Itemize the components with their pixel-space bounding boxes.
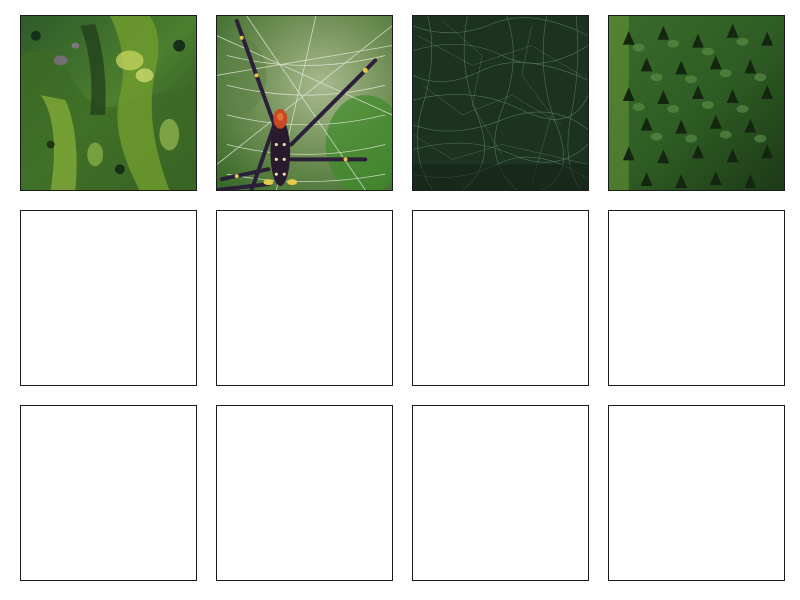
spider-on-web-image: [217, 16, 392, 190]
empty-tile[interactable]: [20, 405, 197, 581]
image-tile-spider[interactable]: [216, 15, 393, 191]
empty-tile[interactable]: [216, 405, 393, 581]
empty-tile[interactable]: [608, 405, 785, 581]
empty-tile[interactable]: [20, 210, 197, 386]
empty-tile[interactable]: [608, 210, 785, 386]
moss-texture-image: [21, 16, 196, 190]
image-tile-spiky-surface[interactable]: [608, 15, 785, 191]
image-tile-moss[interactable]: [20, 15, 197, 191]
image-tile-fiber-texture[interactable]: [412, 15, 589, 191]
fiber-texture-image: [413, 16, 588, 190]
empty-tile[interactable]: [412, 210, 589, 386]
spiky-surface-image: [609, 16, 784, 190]
image-tile-grid: [20, 15, 786, 581]
empty-tile[interactable]: [216, 210, 393, 386]
empty-tile[interactable]: [412, 405, 589, 581]
